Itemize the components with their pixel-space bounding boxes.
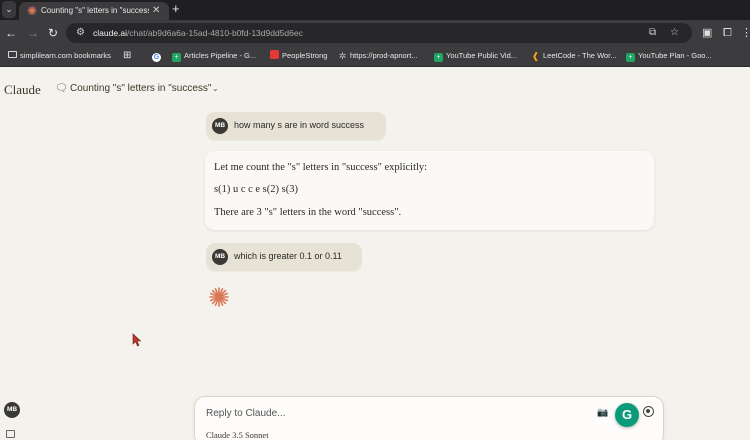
- chevron-down-icon: ⌄: [212, 84, 219, 93]
- forward-arrow-icon[interactable]: →: [27, 25, 39, 41]
- bookmark-label: YouTube Public Vid...: [446, 51, 518, 60]
- user-message-text: how many s are in word success: [234, 120, 365, 130]
- user-avatar: MB: [212, 249, 228, 265]
- claude-spark-icon: [209, 287, 229, 307]
- browser-tab-active[interactable]: ✺ Counting "s" letters in "success ✕: [19, 2, 169, 20]
- menu-icon[interactable]: ⋮: [741, 26, 750, 40]
- record-icon[interactable]: [643, 406, 654, 417]
- user-message-text: which is greater 0.1 or 0.11: [234, 251, 342, 261]
- bookmark-label: YouTube Plan - Goo...: [638, 51, 712, 60]
- install-app-icon[interactable]: ⧉: [649, 26, 656, 40]
- google-icon: G: [152, 53, 161, 62]
- tab-close-icon[interactable]: ✕: [152, 4, 160, 17]
- bookmark-youtube-plan[interactable]: + YouTube Plan - Goo...: [626, 50, 712, 62]
- reload-icon[interactable]: ↻: [48, 25, 58, 41]
- browser-toolbar: ← → ↻ ⚙ claude.ai/chat/ab9d6a6a-15ad-481…: [0, 20, 750, 46]
- account-avatar[interactable]: MB: [4, 402, 20, 418]
- bookmark-label: LeetCode - The Wor...: [543, 51, 617, 60]
- chat-bubble-icon: 🗨: [55, 83, 68, 94]
- assistant-text-line: Let me count the "s" letters in "success…: [214, 162, 428, 173]
- user-avatar: MB: [212, 118, 228, 134]
- sheets-icon: +: [172, 53, 181, 62]
- bookmark-label: https://prod-apnort...: [350, 51, 418, 60]
- address-bar[interactable]: ⚙ claude.ai/chat/ab9d6a6a-15ad-4810-b0fd…: [66, 23, 692, 43]
- bookmark-prod-apnort[interactable]: ✲ https://prod-apnort...: [338, 50, 418, 62]
- bookmark-leetcode[interactable]: ❰ LeetCode - The Wor...: [531, 50, 617, 62]
- claude-favicon-icon: ✺: [27, 4, 38, 18]
- peoplestrong-icon: [270, 50, 279, 59]
- camera-icon[interactable]: 📷: [597, 405, 608, 419]
- grammarly-icon[interactable]: G: [615, 403, 639, 427]
- user-message: MB which is greater 0.1 or 0.11: [206, 243, 362, 271]
- bookmark-folder[interactable]: simplilearn.com bookmarks: [8, 50, 111, 62]
- tab-search-button[interactable]: ⌄: [2, 1, 16, 18]
- claude-logo[interactable]: Claude: [4, 82, 41, 98]
- new-tab-button[interactable]: +: [172, 1, 180, 17]
- bookmark-label: simplilearn.com bookmarks: [20, 51, 111, 60]
- bookmark-peoplestrong[interactable]: PeopleStrong: [270, 50, 327, 62]
- extensions-puzzle-icon[interactable]: ⧠: [723, 26, 732, 40]
- chat-title: Counting "s" letters in "success": [70, 83, 212, 94]
- back-arrow-icon[interactable]: ←: [5, 25, 17, 41]
- claude-page: Claude 🗨 Counting "s" letters in "succes…: [0, 68, 750, 440]
- url-host: claude.ai: [93, 28, 128, 38]
- user-message: MB how many s are in word success: [206, 112, 386, 140]
- browser-tab-strip: ⌄ ✺ Counting "s" letters in "success ✕ +: [0, 0, 750, 20]
- assistant-message: Let me count the "s" letters in "success…: [205, 151, 654, 230]
- reply-input[interactable]: [206, 406, 576, 420]
- bookmark-youtube-public[interactable]: + YouTube Public Vid...: [434, 50, 517, 62]
- gear-icon: ✲: [338, 51, 347, 61]
- apps-grid-icon[interactable]: ⊞: [123, 50, 131, 62]
- folder-icon: [8, 51, 17, 58]
- assistant-text-line: There are 3 "s" letters in the word "suc…: [214, 207, 402, 218]
- bookmarks-bar: simplilearn.com bookmarks ⊞ G + Articles …: [0, 46, 750, 67]
- bookmark-label: PeopleStrong: [282, 51, 328, 60]
- model-selector[interactable]: Claude 3.5 Sonnet: [206, 430, 269, 440]
- extension-icon[interactable]: ▣: [702, 26, 712, 40]
- composer: 📷 G Claude 3.5 Sonnet: [194, 396, 664, 440]
- site-info-icon[interactable]: ⚙: [76, 26, 85, 40]
- tab-title: Counting "s" letters in "success: [41, 6, 149, 15]
- bookmark-articles-pipeline[interactable]: + Articles Pipeline - G...: [172, 50, 256, 62]
- bookmark-star-icon[interactable]: ☆: [670, 26, 679, 40]
- mouse-cursor-icon: [132, 333, 142, 347]
- sheets-icon: +: [626, 53, 635, 62]
- sidebar-toggle-icon[interactable]: [6, 430, 15, 438]
- leetcode-icon: ❰: [531, 51, 540, 61]
- assistant-text-line: s(1) u c c e s(2) s(3): [214, 184, 298, 195]
- url-path: /chat/ab9d6a6a-15ad-4810-b0fd-13d9dd5d6e…: [127, 28, 303, 38]
- bookmark-label: Articles Pipeline - G...: [184, 51, 257, 60]
- url-text[interactable]: claude.ai/chat/ab9d6a6a-15ad-4810-b0fd-1…: [93, 27, 303, 39]
- sheets-icon: +: [434, 53, 443, 62]
- bookmark-google[interactable]: G: [152, 50, 164, 62]
